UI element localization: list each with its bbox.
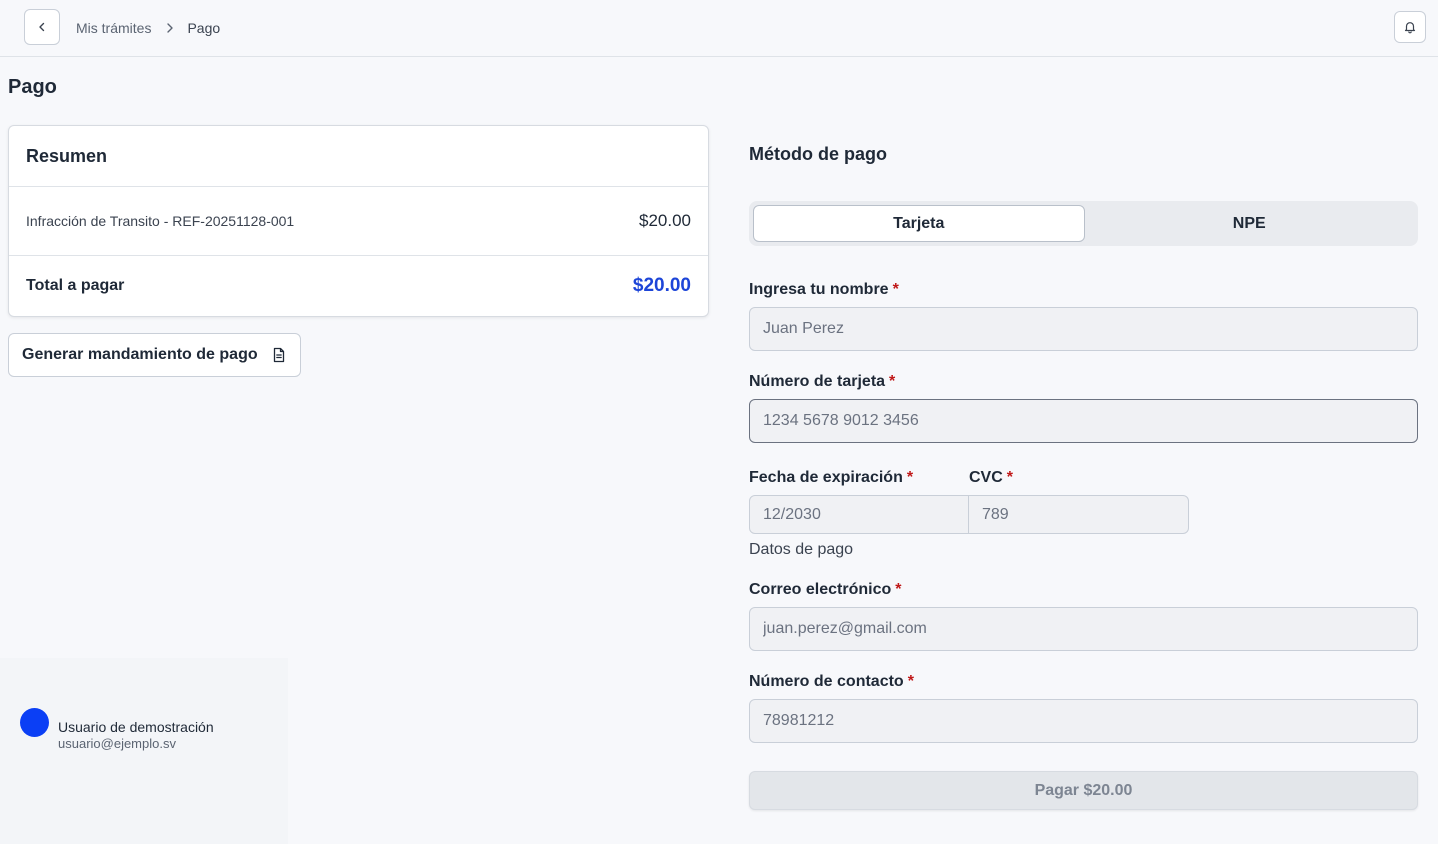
notifications-button[interactable] [1394, 11, 1426, 43]
required-marker: * [895, 581, 902, 598]
summary-item-row: Infracción de Transito - REF-20251128-00… [9, 187, 708, 256]
chevron-left-icon [39, 22, 45, 32]
expiry-label-text: Fecha de expiración [749, 469, 903, 486]
pay-button[interactable]: Pagar $20.00 [749, 771, 1418, 810]
summary-item-amount: $20.00 [639, 211, 691, 230]
email-input[interactable] [749, 607, 1418, 651]
payment-method-title: Método de pago [749, 144, 887, 164]
tab-tarjeta[interactable]: Tarjeta [753, 205, 1085, 242]
cvc-label-text: CVC [969, 469, 1003, 486]
user-panel: Usuario de demostración usuario@ejemplo.… [0, 658, 288, 844]
cvc-label: CVC * [969, 469, 1013, 487]
required-marker: * [889, 373, 896, 390]
total-label: Total a pagar [26, 277, 125, 294]
expiry-label: Fecha de expiración * [749, 469, 913, 487]
breadcrumb: Mis trámites Pago [76, 18, 220, 38]
card-number-label-text: Número de tarjeta [749, 373, 886, 390]
name-label: Ingresa tu nombre * [749, 281, 899, 299]
breadcrumb-link-mis-tramites[interactable]: Mis trámites [76, 20, 151, 36]
summary-title: Resumen [9, 126, 708, 187]
name-label-text: Ingresa tu nombre [749, 281, 889, 298]
tab-npe[interactable]: NPE [1085, 205, 1415, 242]
chevron-right-icon [165, 22, 175, 34]
required-marker: * [906, 469, 914, 486]
payment-data-helper: Datos de pago [749, 541, 854, 558]
total-amount: $20.00 [632, 275, 691, 296]
cvc-input[interactable] [969, 495, 1189, 534]
avatar[interactable] [20, 708, 49, 737]
email-label-text: Correo electrónico [749, 581, 892, 598]
generate-button-label: Generar mandamiento de pago [22, 346, 258, 363]
summary-item-description: Infracción de Transito - REF-20251128-00… [26, 213, 295, 229]
generate-payment-order-button[interactable]: Generar mandamiento de pago [8, 333, 301, 377]
user-name: Usuario de demostración [58, 719, 214, 735]
summary-total-row: Total a pagar $20.00 [9, 256, 708, 316]
summary-card: Resumen Infracción de Transito - REF-202… [8, 125, 709, 317]
back-button[interactable] [24, 9, 60, 45]
required-marker: * [1006, 469, 1014, 486]
breadcrumb-current: Pago [187, 20, 221, 36]
phone-label-text: Número de contacto [749, 673, 904, 690]
top-bar: Mis trámites Pago [0, 0, 1438, 57]
payment-method-tabs: Tarjeta NPE [749, 201, 1418, 246]
phone-input[interactable] [749, 699, 1418, 743]
user-email: usuario@ejemplo.sv [58, 736, 176, 751]
expiry-input[interactable] [749, 495, 969, 534]
required-marker: * [907, 673, 914, 690]
page-title: Pago [8, 76, 57, 98]
email-label: Correo electrónico * [749, 581, 902, 599]
bell-icon [1404, 22, 1416, 34]
document-icon [272, 347, 286, 363]
card-number-label: Número de tarjeta * [749, 373, 895, 391]
required-marker: * [892, 281, 899, 298]
phone-label: Número de contacto * [749, 673, 914, 691]
card-number-input[interactable] [749, 399, 1418, 443]
name-input[interactable] [749, 307, 1418, 351]
